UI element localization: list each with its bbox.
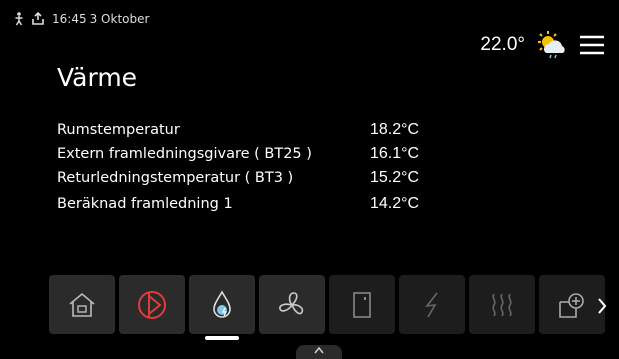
tab-hot-water[interactable]	[189, 275, 255, 340]
weather-icon[interactable]	[535, 30, 569, 60]
reading-row: Beräknad framledning 1 14.2°C	[57, 192, 457, 216]
reading-label: Extern framledningsgivare ( BT25 )	[57, 146, 312, 162]
status-date: 3 Oktober	[89, 12, 150, 26]
add-zone-icon	[559, 292, 584, 318]
status-bar: 16:45 3 Oktober	[14, 10, 149, 28]
fan-icon	[279, 291, 304, 314]
reading-label: Rumstemperatur	[57, 122, 180, 138]
tab-home[interactable]	[49, 275, 115, 334]
outdoor-temperature: 22.0°	[480, 34, 525, 55]
chevron-right-icon	[598, 298, 607, 314]
upload-icon	[32, 12, 44, 25]
reading-value: 15.2°C	[370, 169, 420, 186]
reading-label: Returledningstemperatur ( BT3 )	[57, 170, 294, 186]
tab-ventilation[interactable]	[259, 275, 325, 334]
tab-electric[interactable]	[399, 275, 465, 334]
menu-icon[interactable]	[579, 34, 605, 56]
water-drop-icon	[213, 289, 231, 318]
person-icon	[15, 12, 23, 26]
next-page-button[interactable]	[593, 292, 611, 320]
tab-heat[interactable]	[469, 275, 535, 334]
reading-value: 14.2°C	[370, 195, 420, 212]
reading-label: Beräknad framledning 1	[57, 196, 233, 212]
tab-heat-pump[interactable]	[119, 275, 185, 334]
status-time: 16:45	[52, 12, 87, 26]
reading-row: Returledningstemperatur ( BT3 ) 15.2°C	[57, 166, 457, 190]
tab-bar	[49, 275, 605, 340]
tab-door[interactable]	[329, 275, 395, 334]
reading-row: Extern framledningsgivare ( BT25 ) 16.1°…	[57, 142, 457, 166]
reading-value: 18.2°C	[370, 121, 420, 138]
active-tab-indicator	[205, 336, 239, 340]
reading-row: Rumstemperatur 18.2°C	[57, 118, 457, 142]
readings-list: Rumstemperatur 18.2°C Extern framledning…	[57, 118, 457, 214]
door-icon	[353, 291, 371, 318]
electric-icon	[425, 292, 438, 317]
header-right: 22.0°	[480, 28, 605, 62]
pull-up-handle[interactable]	[296, 345, 342, 359]
chevron-up-icon	[314, 346, 324, 354]
page-title: Värme	[57, 63, 138, 92]
heat-pump-icon	[138, 290, 166, 319]
heat-waves-icon	[492, 293, 512, 316]
reading-value: 16.1°C	[370, 145, 420, 162]
home-icon	[69, 292, 95, 317]
